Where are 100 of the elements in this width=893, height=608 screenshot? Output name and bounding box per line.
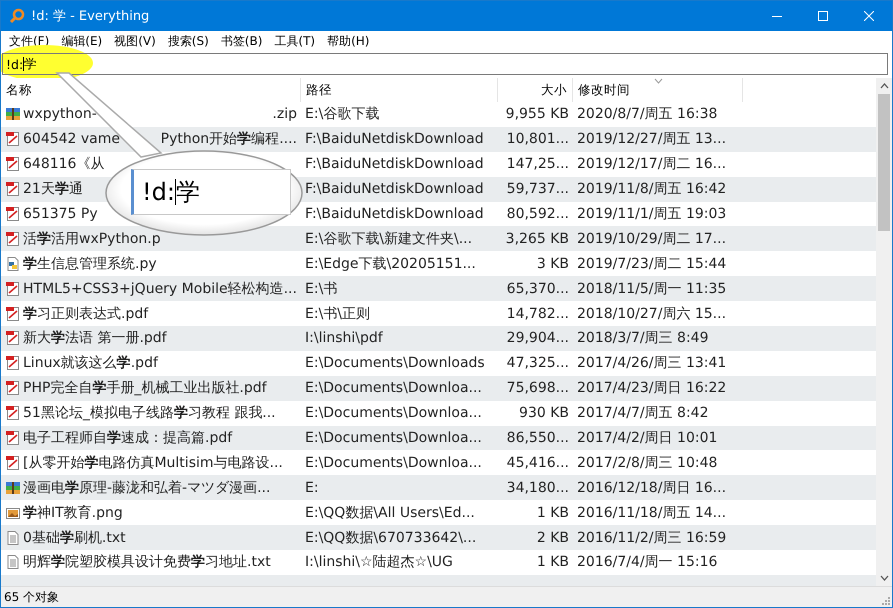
file-name: .zip [272,106,297,122]
modified-time: 2017/4/7/周五 8:42 [577,404,708,422]
scrollbar-thumb[interactable] [878,94,890,231]
table-row[interactable]: PHP完全自学手册_机械工业出版社.pdf E:\Documents\Downloa... 75,698... 2017/4/23/周日 16:22 [1,376,876,401]
modified-time: 2018/10/27/周六 15... [577,304,726,323]
table-row[interactable]: 明辉学院塑胶模具设计免费学习地址.txt I:\linshi\☆陆超杰☆\UG 1 KB 2016/7/4/周一 15:16 [1,550,876,575]
file-name: [从零开始学电路仿真Multisim与电路设... [23,454,283,472]
table-row[interactable]: 学生信息管理系统.py E:\Edge下载\20205151... 3 KB 2019/7/23/周二 15:44 [1,251,876,276]
file-path: E: [305,480,319,496]
file-name: 明辉学院塑胶模具设计免费学习地址.txt [23,553,271,572]
file-name: Linux就该这么学.pdf [23,354,158,372]
table-row[interactable]: [从零开始学电路仿真Multisim与电路设... E:\Documents\Downloa... 45,416... 2017/2/8/周三 10:48 [1,450,876,476]
table-row[interactable]: 学神IT教育.png E:\QQ数据\All Users\Ed... 1 KB 2016/11/18/周五 14... [1,500,876,526]
menu-item[interactable]: 工具(T) [268,32,322,50]
file-size: 10,801... [506,131,569,148]
file-path: I:\linshi\☆陆超杰☆\UG [305,553,453,572]
menu-item[interactable]: 书签(B) [214,32,268,50]
table-row[interactable]: 学习正则表达式.pdf E:\书\正则 14,782... 2018/10/27/周六 15... [1,301,876,326]
table-row[interactable]: 新大学法语 第一册.pdf I:\linshi\pdf 29,904... 2018/3/7/周三 8:49 [1,326,876,351]
file-name: 21天学通 [23,180,83,198]
file-name: 电子工程师自学速成：提高篇.pdf [23,429,232,448]
modified-time: 2019/12/17/周二 16... [577,155,726,174]
file-name: Python开始学编程.... [160,130,297,148]
file-path: E:\Documents\Downloa... [305,380,482,396]
close-icon [864,11,874,21]
file-name: 51黑论坛_模拟电子线路学习教程 跟我... [23,404,276,422]
pdf-file-icon [5,206,21,222]
file-name: 学生信息管理系统.py [23,254,157,273]
modified-time: 2017/4/23/周日 16:22 [577,379,726,398]
table-row[interactable]: Linux就该这么学.pdf E:\Documents\Downloads 47,325... 2017/4/26/周三 13:41 [1,350,876,376]
file-path: F:\BaiduNetdiskDownload [305,206,484,222]
file-path: I:\linshi\pdf [305,330,383,346]
modified-time: 2020/8/7/周五 16:38 [577,105,718,124]
file-size: 45,416... [506,454,569,471]
pdf-file-icon [5,380,21,396]
table-row[interactable]: 51黑论坛_模拟电子线路学习教程 跟我... E:\Documents\Downloa... 930 KB 2017/4/7/周五 8:42 [1,400,876,426]
file-size: 75,698... [506,380,569,396]
modified-time: 2019/12/27/周五 13... [577,130,726,148]
pdf-file-icon [5,330,21,346]
file-path: E:\谷歌下载\新建文件夹\... [305,230,472,248]
pdf-file-icon [5,280,21,297]
table-row[interactable]: wxpython- .zip E:\谷歌下载 9,955 KB 2020/8/7/周五 16:38 [1,102,876,127]
modified-time: 2019/7/23/周二 15:44 [577,254,726,273]
file-size: 80,592... [506,206,569,222]
table-row[interactable]: 活学活用wxPython.p E:\谷歌下载\新建文件夹\... 3,265 KB 2019/10/29/周二 17... [1,226,876,252]
file-size: 3,265 KB [506,230,569,247]
modified-time: 2018/11/5/周一 11:35 [577,280,726,298]
pdf-file-icon [5,454,21,471]
file-path: F:\BaiduNetdiskDownload [305,181,484,198]
table-row[interactable]: 漫画电学原理-藤泷和弘着-マツダ漫画... E: 34,180... 2016/12/18/周日 16... [1,475,876,500]
file-path: E:\Documents\Downloads [305,355,485,372]
file-size: 1 KB [536,504,569,521]
file-name: 651375 Py [23,206,98,222]
archive-file-icon [5,480,21,496]
python-file-icon [5,256,21,272]
file-name: 0基础学刷机.txt [23,528,126,547]
file-name: 学神IT教育.png [23,504,123,522]
menu-item[interactable]: 搜索(S) [162,32,215,50]
modified-time: 2019/10/29/周二 17... [577,230,726,248]
file-size: 29,904... [506,330,569,346]
table-row[interactable]: 604542 vame Python开始学编程.... F:\BaiduNetdiskDownload 10,801... 2019/12/27/周五 13... [1,126,876,152]
table-row[interactable]: HTML5+CSS3+jQuery Mobile轻松构造... E:\书 65,370... 2018/11/5/周一 11:35 [1,276,876,302]
file-path: E:\QQ数据\All Users\Ed... [305,504,475,522]
file-name: HTML5+CSS3+jQuery Mobile轻松构造... [23,280,297,298]
file-path: E:\Edge下载\20205151... [305,254,476,273]
menu-item[interactable]: 帮助(H) [321,32,376,50]
file-size: 930 KB [519,405,569,422]
status-text: 65 个对象 [4,588,60,606]
file-name: wxpython- [23,106,97,122]
modified-time: 2016/7/4/周一 15:16 [577,553,718,572]
pdf-file-icon [5,156,21,172]
modified-time: 2016/12/18/周日 16... [577,478,726,497]
file-size: 47,325... [506,355,569,372]
file-path: E:\Documents\Downloa... [305,430,482,446]
scrollbar[interactable] [876,78,892,586]
file-name: 648116《从 [23,155,104,174]
file-size: 59,737... [506,181,569,198]
search-field[interactable]: !d:学 [2,53,888,75]
menu-item[interactable]: 视图(V) [108,32,162,50]
window-title: !d: 学 - Everything [31,8,150,25]
file-path: F:\BaiduNetdiskDownload [305,156,484,172]
resize-grip-icon [880,595,890,605]
file-size: 3 KB [536,256,569,272]
file-name: 漫画电学原理-藤泷和弘着-マツダ漫画... [23,478,270,497]
file-path: E:\Documents\Downloa... [305,454,482,471]
pdf-file-icon [5,430,21,446]
modified-time: 2017/2/8/周三 10:48 [577,454,718,472]
file-size: 34,180... [506,480,569,496]
table-row[interactable]: 电子工程师自学速成：提高篇.pdf E:\Documents\Downloa... 86,550... 2017/4/2/周日 10:01 [1,426,876,450]
file-size: 9,955 KB [506,106,569,122]
text-file-icon [5,554,21,570]
file-name: 活学活用wxPython.p [23,230,161,248]
file-path: E:\Documents\Downloa... [305,405,482,422]
modified-time: 2017/4/26/周三 13:41 [577,354,726,372]
file-name: 学习正则表达式.pdf [23,304,148,323]
modified-time: 2016/11/18/周五 14... [577,504,726,522]
table-row[interactable]: 0基础学刷机.txt E:\QQ数据\670733642\... 2 KB 2016/11/2/周三 16:59 [1,525,876,550]
pdf-file-icon [5,131,21,148]
file-name: PHP完全自学手册_机械工业出版社.pdf [23,379,267,398]
text-file-icon [5,530,21,546]
